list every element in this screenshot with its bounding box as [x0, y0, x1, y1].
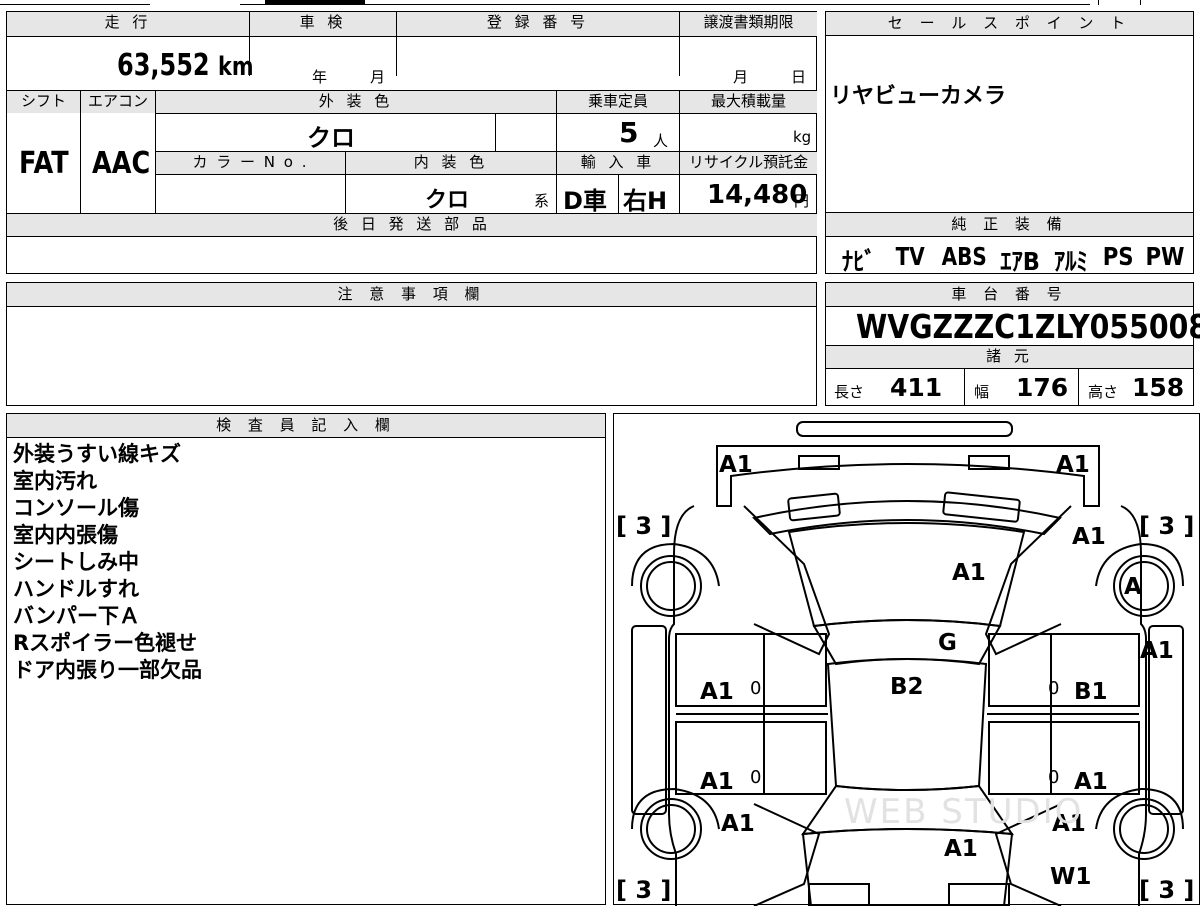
- transfer-deadline-label: 譲渡書類期限: [680, 12, 817, 36]
- shift-value: FAT: [19, 146, 69, 181]
- mark-quarter-right: A1: [1072, 524, 1106, 550]
- car-diagram-box: [ 3 ] [ 3 ] [ 3 ] [ 3 ] A1 A1 A1 A1 A G …: [613, 413, 1200, 906]
- equip-airbag: ｴｱB: [1000, 247, 1041, 276]
- note-line: Rスポイラー色褪せ: [13, 631, 198, 655]
- ac-label: エアコン: [81, 91, 155, 113]
- equipment-list: ﾅﾋﾞ TV ABS ｴｱB ｱﾙﾐ PS PW: [840, 242, 1200, 276]
- recycle-unit: 円: [794, 192, 810, 210]
- mark-center: B2: [890, 674, 924, 700]
- mark-door-fr-zero: 0: [1048, 767, 1060, 788]
- note-line: 外装うすい線キズ: [13, 442, 181, 466]
- specs-label: 諸 元: [826, 346, 1193, 368]
- sales-point-box: セ ー ル ス ポ イ ン ト リヤビューカメラ: [825, 11, 1194, 213]
- mark-fender-fl: A1: [721, 811, 755, 837]
- int-color-value: クロ: [425, 188, 470, 213]
- equip-pw: PW: [1145, 242, 1185, 271]
- watermark: WEB STUDIO: [844, 792, 1084, 832]
- later-parts-label: 後 日 発 送 部 品: [7, 214, 817, 236]
- height-label: 高さ: [1088, 383, 1119, 401]
- width-value: 176: [1016, 373, 1069, 402]
- mark-door-fl: A1: [700, 769, 734, 795]
- mark-door-fl-zero: 0: [750, 767, 762, 788]
- chassis-label: 車 台 番 号: [826, 283, 1193, 307]
- int-color-suffix: 系: [534, 192, 550, 210]
- equip-navi: ﾅﾋﾞ: [841, 247, 876, 276]
- note-line: バンパー下Ａ: [13, 604, 141, 628]
- import-value-hand: 右H: [623, 187, 668, 215]
- mark-rear-glass: A1: [952, 560, 986, 586]
- equip-tv: TV: [895, 242, 925, 271]
- mark-windshield: W1: [1050, 864, 1092, 890]
- inspector-label: 検 査 員 記 入 欄: [7, 414, 605, 438]
- tire-bracket-rl: [ 3 ]: [616, 512, 672, 540]
- mark-side-right: A1: [1140, 638, 1174, 664]
- capacity-unit: 人: [653, 132, 669, 150]
- length-label: 長さ: [834, 383, 865, 401]
- tire-mark-rr: 3: [1158, 512, 1176, 540]
- capacity-value: 5: [619, 116, 639, 149]
- shaken-year: 年: [312, 68, 328, 86]
- ext-color-value: クロ: [307, 124, 355, 152]
- mileage-value-wrap: 63,552 km: [117, 48, 254, 83]
- mark-wheel-rr: A: [1124, 574, 1142, 600]
- note-line: コンソール傷: [13, 496, 139, 520]
- equip-ps: PS: [1102, 242, 1134, 271]
- note-line: 室内内張傷: [13, 523, 118, 547]
- note-line: ドア内張り一部欠品: [13, 658, 202, 682]
- mark-rear-right: A1: [1056, 452, 1090, 478]
- maxload-label: 最大積載量: [680, 91, 817, 113]
- ac-value: AAC: [92, 146, 151, 181]
- tire-mark-rl: 3: [635, 512, 653, 540]
- car-diagram: [631, 421, 1184, 906]
- equip-alloy: ｱﾙﾐ: [1054, 247, 1089, 276]
- inspector-notes: 外装うすい線キズ 室内汚れ コンソール傷 室内内張傷 シートしみ中 ハンドルすれ…: [13, 441, 593, 684]
- vehicle-info-table: 走 行 車 検 登 録 番 号 譲渡書類期限 63,552 km 年 月 月 日…: [6, 11, 817, 274]
- tire-bracket-rr: [ 3 ]: [1139, 512, 1195, 540]
- recycle-label: リサイクル預託金: [680, 152, 817, 174]
- chassis-box: 車 台 番 号 WVGZZZC1ZLY055008 諸 元 長さ 411 幅 1…: [825, 282, 1200, 406]
- registration-label: 登 録 番 号: [397, 12, 679, 36]
- mileage-value: 63,552: [117, 48, 210, 83]
- transfer-day: 日: [791, 68, 807, 86]
- colorno-label: カ ラ ー N o .: [156, 152, 345, 174]
- sales-point-text: リヤビューカメラ: [830, 84, 1007, 109]
- sales-point-label: セ ー ル ス ポ イ ン ト: [826, 12, 1193, 36]
- mileage-unit: km: [217, 52, 254, 82]
- note-line: シートしみ中: [13, 550, 139, 574]
- caution-label: 注 意 事 項 欄: [7, 283, 816, 307]
- note-line: 室内汚れ: [13, 469, 97, 493]
- caution-box: 注 意 事 項 欄: [6, 282, 817, 406]
- mark-door-rl-zero: 0: [750, 678, 762, 699]
- chassis-number: WVGZZZC1ZLY055008: [856, 307, 1200, 346]
- ext-color-label: 外 装 色: [156, 91, 556, 113]
- mark-hood: A1: [944, 836, 978, 862]
- mark-roof: G: [938, 630, 957, 656]
- transfer-month: 月: [733, 68, 749, 86]
- maxload-unit: kg: [793, 128, 812, 146]
- inspector-box: 検 査 員 記 入 欄 外装うすい線キズ 室内汚れ コンソール傷 室内内張傷 シ…: [6, 413, 606, 905]
- import-label: 輸 入 車: [557, 152, 679, 174]
- recycle-value: 14,480: [707, 180, 808, 210]
- mileage-label: 走 行: [7, 12, 249, 36]
- shift-label: シフト: [7, 91, 80, 113]
- mark-door-rr: B1: [1074, 679, 1108, 705]
- shaken-month: 月: [370, 68, 386, 86]
- top-clip-strip: [0, 0, 1200, 6]
- capacity-label: 乗車定員: [557, 91, 679, 113]
- mark-door-rl: A1: [700, 679, 734, 705]
- mark-rear-left: A1: [719, 452, 753, 478]
- height-value: 158: [1132, 373, 1185, 402]
- note-line: ハンドルすれ: [13, 577, 139, 601]
- shaken-label: 車 検: [250, 12, 396, 36]
- equipment-box: 純 正 装 備 ﾅﾋﾞ TV ABS ｴｱB ｱﾙﾐ PS PW: [825, 212, 1194, 276]
- import-value-d: D車: [563, 187, 607, 215]
- int-color-label: 内 装 色: [346, 152, 556, 174]
- length-value: 411: [890, 373, 943, 402]
- equip-abs: ABS: [941, 242, 987, 271]
- mark-door-rr-zero: 0: [1048, 678, 1060, 699]
- width-label: 幅: [974, 383, 990, 401]
- equipment-label: 純 正 装 備: [826, 213, 1193, 237]
